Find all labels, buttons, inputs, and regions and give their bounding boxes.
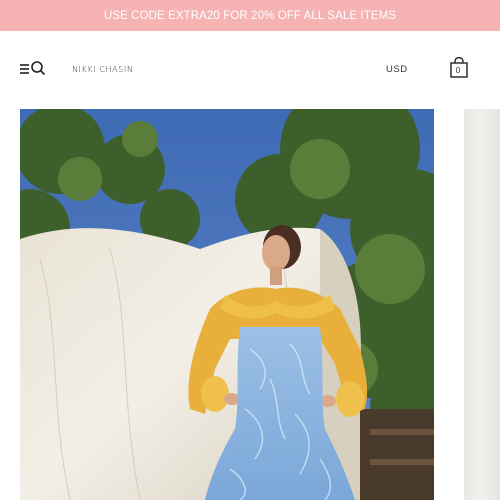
site-header: NIKKI CHASIN USD 0: [0, 31, 500, 109]
next-slide-preview[interactable]: [464, 109, 500, 500]
cart-count: 0: [455, 66, 461, 75]
hero-photo: [20, 109, 434, 500]
hero-image[interactable]: [20, 109, 434, 500]
brand-logo[interactable]: NIKKI CHASIN: [72, 65, 133, 74]
cart-button[interactable]: 0: [448, 56, 470, 79]
menu-search-toggle[interactable]: [18, 59, 48, 79]
promo-banner[interactable]: USE CODE EXTRA20 FOR 20% OFF ALL SALE IT…: [0, 0, 500, 31]
promo-text: USE CODE EXTRA20 FOR 20% OFF ALL SALE IT…: [103, 9, 397, 22]
currency-selector[interactable]: USD: [386, 64, 408, 75]
search-icon: [31, 61, 46, 76]
